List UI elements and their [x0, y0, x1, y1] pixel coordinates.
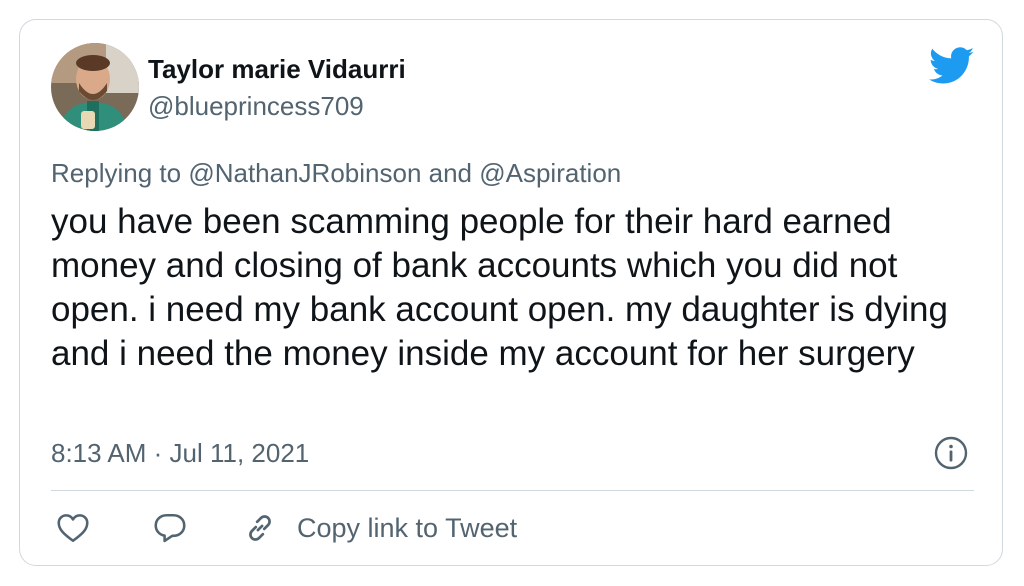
divider: [51, 490, 974, 491]
info-icon[interactable]: [934, 436, 968, 470]
mention-link[interactable]: @NathanJRobinson: [188, 158, 421, 188]
avatar[interactable]: [51, 43, 139, 131]
twitter-bird-icon[interactable]: [928, 47, 975, 85]
heart-icon[interactable]: [55, 510, 91, 546]
avatar-photo: [51, 43, 139, 131]
replying-and: and: [421, 158, 480, 188]
replying-to: Replying to @NathanJRobinson and @Aspira…: [51, 158, 621, 188]
link-icon[interactable]: [242, 510, 278, 546]
mention-link[interactable]: @Aspiration: [479, 158, 621, 188]
author-name[interactable]: Taylor marie Vidaurri: [148, 54, 406, 84]
copy-link-button[interactable]: Copy link to Tweet: [297, 513, 517, 543]
tweet-text: you have been scamming people for their …: [51, 202, 948, 373]
author-handle[interactable]: @blueprincess709: [148, 91, 364, 121]
replying-prefix: Replying to: [51, 158, 189, 188]
tweet-timestamp[interactable]: 8:13 AM · Jul 11, 2021: [51, 438, 309, 468]
tweet-card: Taylor marie Vidaurri @blueprincess709 R…: [19, 19, 1003, 566]
speech-bubble-icon[interactable]: [152, 510, 188, 546]
